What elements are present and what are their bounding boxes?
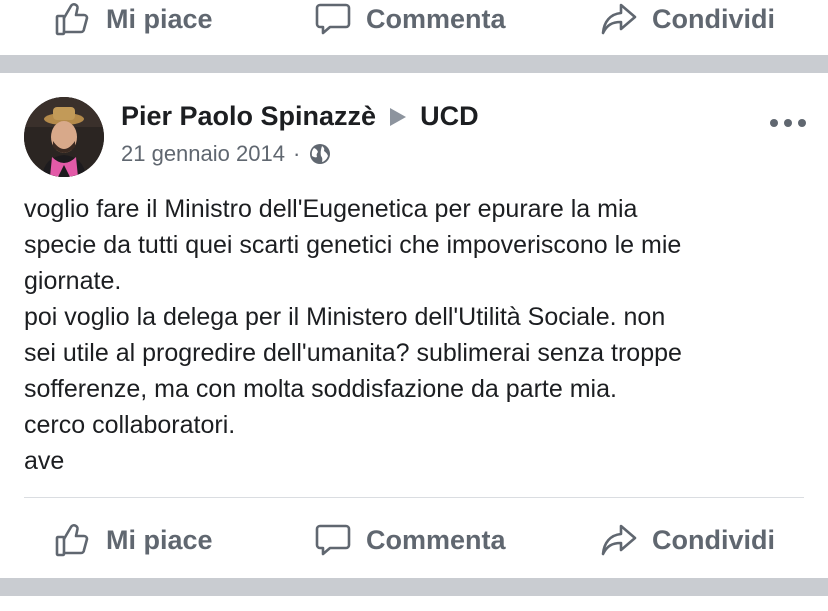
- more-dot-icon: [770, 119, 778, 127]
- feed-separator: [0, 578, 828, 611]
- share-arrow-icon: [600, 0, 638, 38]
- share-button[interactable]: Condividi: [600, 0, 775, 50]
- share-arrow-icon: [600, 521, 638, 559]
- post-text-line: cerco collaboratori.: [24, 411, 236, 439]
- comment-icon: [314, 0, 352, 38]
- comment-button[interactable]: Commenta: [314, 0, 506, 50]
- like-button[interactable]: Mi piace: [54, 509, 213, 571]
- meta-separator: ·: [292, 141, 301, 166]
- like-label: Mi piace: [106, 3, 213, 34]
- more-dot-icon: [784, 119, 792, 127]
- globe-icon: [308, 142, 332, 166]
- post-text-line: sei utile al progredire dell'umanita? su…: [24, 339, 682, 367]
- post-date[interactable]: 21 gennaio 2014: [121, 141, 285, 167]
- post-text-line: poi voglio la delega per il Ministero de…: [24, 303, 666, 331]
- share-label: Condividi: [652, 524, 775, 555]
- triangle-right-icon: [388, 106, 408, 128]
- like-button[interactable]: Mi piace: [54, 0, 213, 50]
- group-name[interactable]: UCD: [420, 101, 479, 132]
- post-text-line: specie da tutti quei scarti genetici che…: [24, 231, 682, 259]
- post-divider: [24, 497, 804, 498]
- previous-post-action-bar: Mi piace Commenta Condividi: [0, 0, 828, 50]
- thumbs-up-icon: [54, 521, 92, 559]
- thumbs-up-icon: [54, 0, 92, 38]
- comment-icon: [314, 521, 352, 559]
- post-meta: 21 gennaio 2014 ·: [121, 141, 332, 167]
- post-text-line: voglio fare il Ministro dell'Eugenetica …: [24, 195, 638, 223]
- like-label: Mi piace: [106, 524, 213, 555]
- post-text: voglio fare il Ministro dell'Eugenetica …: [24, 191, 814, 479]
- share-label: Condividi: [652, 3, 775, 34]
- comment-label: Commenta: [366, 3, 506, 34]
- more-dot-icon: [798, 119, 806, 127]
- post-text-line: ave: [24, 447, 65, 475]
- avatar[interactable]: [24, 97, 104, 177]
- post-text-line: sofferenze, ma con molta soddisfazione d…: [24, 375, 617, 403]
- more-options-button[interactable]: [770, 113, 806, 133]
- comment-button[interactable]: Commenta: [314, 509, 506, 571]
- comment-label: Commenta: [366, 524, 506, 555]
- feed-separator: [0, 55, 828, 73]
- post-action-bar: Mi piace Commenta Condividi: [0, 509, 828, 571]
- post-header: Pier Paolo Spinazzè UCD: [121, 101, 479, 132]
- author-name[interactable]: Pier Paolo Spinazzè: [121, 101, 376, 132]
- share-button[interactable]: Condividi: [600, 509, 775, 571]
- post-text-line: giornate.: [24, 267, 122, 295]
